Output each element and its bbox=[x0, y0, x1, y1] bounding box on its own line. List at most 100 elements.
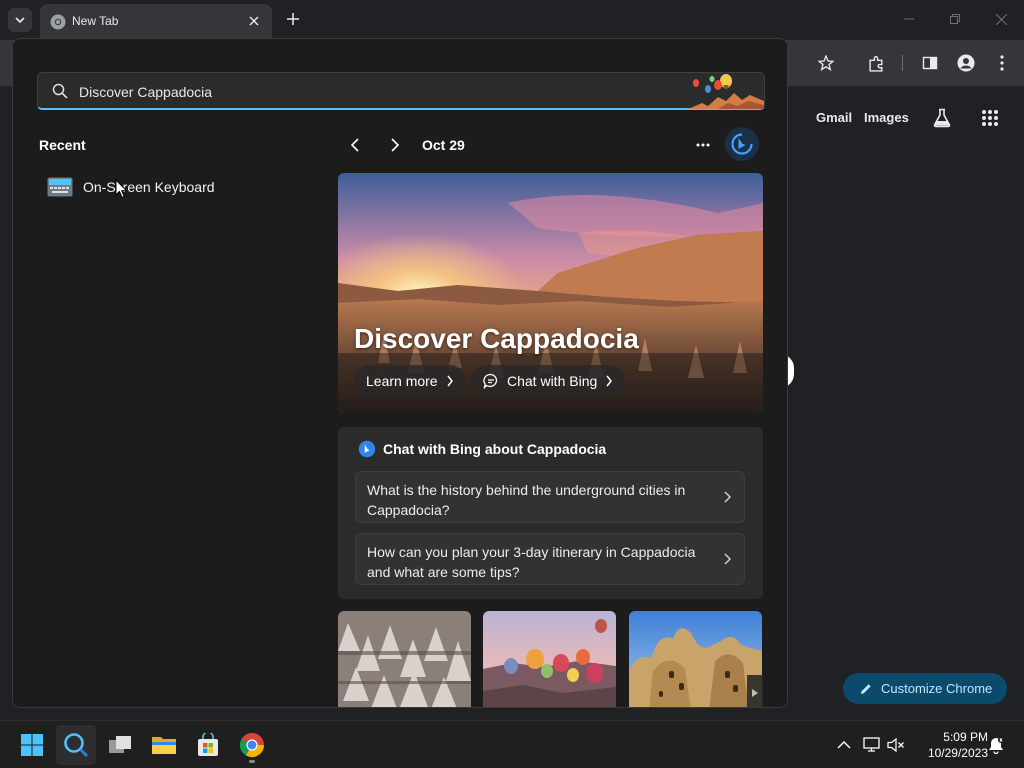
network-icon bbox=[863, 737, 880, 752]
previous-day-button[interactable] bbox=[343, 133, 367, 157]
chevron-left-icon bbox=[350, 138, 359, 152]
bing-icon bbox=[731, 133, 753, 155]
taskbar: 5:09 PM 10/29/2023 bbox=[0, 720, 1024, 768]
puzzle-icon bbox=[868, 55, 883, 72]
file-explorer-icon bbox=[152, 737, 176, 754]
clock-date: 10/29/2023 bbox=[927, 746, 988, 760]
extensions-button[interactable] bbox=[864, 51, 888, 75]
minimize-button[interactable] bbox=[898, 8, 920, 30]
flask-icon bbox=[933, 108, 951, 128]
side-panel-button[interactable] bbox=[918, 51, 942, 75]
hero-title: Discover Cappadocia bbox=[354, 323, 639, 354]
highlight-hero-card[interactable]: Discover Cappadocia Learn more Chat with… bbox=[338, 173, 763, 413]
tab-new-tab[interactable]: New Tab bbox=[40, 4, 272, 40]
chevron-up-icon bbox=[837, 741, 851, 749]
recent-item-label: On-Screen Keyboard bbox=[83, 179, 215, 195]
highlight-date: Oct 29 bbox=[422, 137, 465, 153]
close-icon bbox=[995, 13, 1007, 25]
chat-with-bing-label: Chat with Bing bbox=[507, 373, 598, 389]
fairy-chimneys-image bbox=[338, 611, 471, 707]
file-explorer-button[interactable] bbox=[144, 725, 184, 765]
bing-chat-heading-text: Chat with Bing about Cappadocia bbox=[383, 441, 607, 457]
chrome-taskbar-button[interactable] bbox=[232, 725, 272, 765]
chevron-right-icon bbox=[724, 491, 732, 503]
bing-question-text: What is the history behind the undergrou… bbox=[367, 482, 686, 518]
keyboard-icon bbox=[47, 177, 73, 197]
notifications-button[interactable] bbox=[986, 735, 1006, 755]
thumbnails-next-button[interactable] bbox=[747, 675, 763, 707]
thumbnail-cave-dwellings[interactable] bbox=[629, 611, 762, 707]
thumbnail-hot-air-balloons[interactable] bbox=[483, 611, 616, 707]
pencil-icon bbox=[861, 683, 871, 694]
search-query: Discover Cappadocia bbox=[79, 84, 213, 100]
recent-item-on-screen-keyboard[interactable]: On-Screen Keyboard bbox=[43, 172, 303, 202]
images-link[interactable]: Images bbox=[864, 110, 909, 125]
chrome-favicon-icon bbox=[50, 14, 66, 30]
learn-more-button[interactable]: Learn more bbox=[354, 365, 466, 397]
microsoft-store-icon bbox=[198, 733, 218, 756]
start-icon bbox=[21, 734, 43, 756]
search-icon bbox=[64, 733, 89, 758]
apps-grid-icon bbox=[982, 110, 998, 126]
tab-title: New Tab bbox=[72, 14, 119, 28]
cave-dwellings-image bbox=[629, 611, 762, 707]
task-view-button[interactable] bbox=[100, 725, 140, 765]
bing-question-text: How can you plan your 3-day itinerary in… bbox=[367, 544, 696, 580]
search-input[interactable]: Discover Cappadocia bbox=[37, 72, 765, 110]
microsoft-store-button[interactable] bbox=[188, 725, 228, 765]
profile-icon bbox=[957, 54, 975, 72]
chat-with-bing-button[interactable]: Chat with Bing bbox=[471, 365, 626, 397]
mouse-cursor-icon bbox=[115, 179, 128, 199]
show-hidden-icons-button[interactable] bbox=[834, 735, 854, 755]
tab-strip: New Tab bbox=[0, 0, 1024, 40]
system-clock[interactable]: 5:09 PM 10/29/2023 bbox=[912, 729, 988, 761]
bing-question-item[interactable]: How can you plan your 3-day itinerary in… bbox=[355, 533, 745, 585]
network-button[interactable] bbox=[862, 735, 882, 755]
search-highlight-balloons-icon bbox=[688, 74, 764, 109]
restore-button[interactable] bbox=[944, 8, 966, 30]
google-apps-button[interactable] bbox=[978, 106, 1002, 130]
more-options-button[interactable] bbox=[691, 133, 715, 157]
more-horizontal-icon bbox=[696, 143, 710, 147]
bing-chat-heading: Chat with Bing about Cappadocia bbox=[358, 440, 606, 458]
learn-more-label: Learn more bbox=[366, 373, 438, 389]
volume-muted-icon bbox=[887, 737, 904, 753]
profile-button[interactable] bbox=[954, 51, 978, 75]
customize-chrome-label: Customize Chrome bbox=[881, 681, 993, 696]
task-view-icon bbox=[109, 736, 131, 753]
toolbar-separator bbox=[902, 55, 903, 71]
start-button[interactable] bbox=[12, 725, 52, 765]
customize-chrome-button[interactable]: Customize Chrome bbox=[843, 673, 1007, 704]
close-window-button[interactable] bbox=[990, 8, 1012, 30]
windows-search-flyout: Discover Cappadocia Recent On-Screen Key… bbox=[12, 38, 788, 708]
bing-chat-button[interactable] bbox=[725, 127, 759, 161]
chrome-menu-button[interactable] bbox=[990, 51, 1014, 75]
chevron-right-icon bbox=[391, 138, 400, 152]
labs-button[interactable] bbox=[930, 106, 954, 130]
gmail-link[interactable]: Gmail bbox=[816, 110, 852, 125]
running-indicator bbox=[249, 760, 255, 763]
bing-question-item[interactable]: What is the history behind the undergrou… bbox=[355, 471, 745, 523]
volume-button[interactable] bbox=[886, 735, 906, 755]
close-icon bbox=[249, 16, 259, 26]
clock-time: 5:09 PM bbox=[943, 730, 988, 744]
tab-search-button[interactable] bbox=[8, 8, 32, 32]
new-tab-button[interactable] bbox=[282, 8, 304, 30]
search-icon bbox=[52, 83, 68, 99]
hot-air-balloons-image bbox=[483, 611, 616, 707]
thumbnail-fairy-chimneys[interactable] bbox=[338, 611, 471, 707]
bookmark-star-button[interactable] bbox=[814, 51, 838, 75]
chevron-right-icon bbox=[606, 375, 613, 387]
tab-close-button[interactable] bbox=[246, 13, 262, 29]
taskbar-search-button[interactable] bbox=[56, 725, 96, 765]
play-right-icon bbox=[752, 689, 758, 697]
plus-icon bbox=[287, 13, 299, 25]
next-day-button[interactable] bbox=[383, 133, 407, 157]
restore-icon bbox=[950, 14, 960, 24]
chevron-down-icon bbox=[15, 17, 25, 24]
more-vertical-icon bbox=[1000, 55, 1004, 71]
side-panel-icon bbox=[922, 56, 938, 70]
bing-icon bbox=[358, 440, 376, 458]
chevron-right-icon bbox=[724, 553, 732, 565]
chat-bubble-icon bbox=[483, 373, 498, 389]
